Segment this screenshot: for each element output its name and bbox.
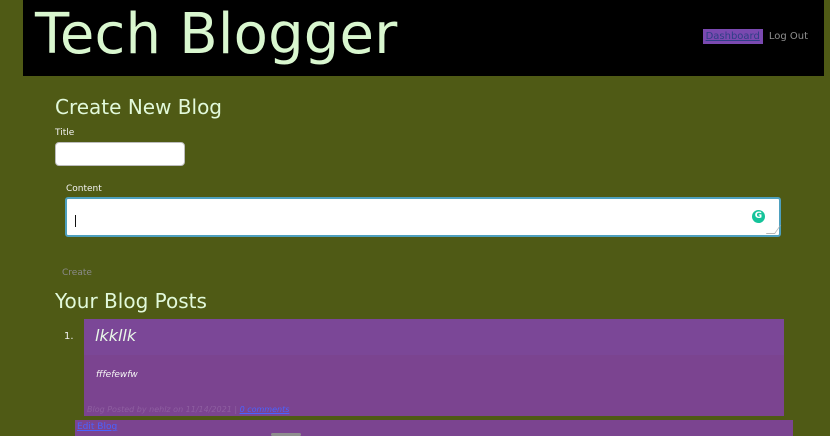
top-nav: Dashboard Log Out <box>702 29 808 44</box>
resize-handle-icon[interactable] <box>765 225 782 234</box>
blog-posts-heading: Your Blog Posts <box>55 289 207 313</box>
content-label: Content <box>66 184 102 194</box>
post-comments-link[interactable]: 0 comments <box>240 405 290 414</box>
post-header: lkkllk <box>84 319 784 355</box>
post-body: fffefewfw <box>96 370 138 380</box>
nav-logout-link[interactable]: Log Out <box>769 31 808 42</box>
post-meta-text: Blog Posted by nehlz on 11/14/2021 | <box>87 405 238 414</box>
blog-post-card: lkkllk fffefewfw Blog Posted by nehlz on… <box>84 319 784 416</box>
text-caret <box>75 215 76 227</box>
post-title: lkkllk <box>95 326 137 345</box>
grammarly-icon[interactable]: G <box>752 210 765 223</box>
edit-blog-strip: Edit Blog <box>75 420 793 436</box>
site-title: Tech Blogger <box>35 2 398 67</box>
post-index: 1. <box>64 331 74 342</box>
site-header: Tech Blogger Dashboard Log Out <box>23 0 824 76</box>
create-button[interactable]: Create <box>62 268 92 278</box>
nav-dashboard-link[interactable]: Dashboard <box>702 29 763 44</box>
content-textarea[interactable]: G <box>65 197 782 237</box>
title-label: Title <box>55 128 75 138</box>
create-blog-heading: Create New Blog <box>55 95 223 119</box>
title-input[interactable] <box>55 142 185 166</box>
edit-blog-link[interactable]: Edit Blog <box>77 422 117 432</box>
post-meta: Blog Posted by nehlz on 11/14/2021 | 0 c… <box>87 405 289 414</box>
